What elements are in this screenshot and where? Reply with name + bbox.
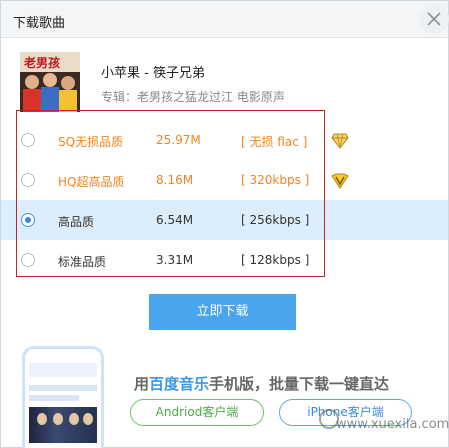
promo-suffix: 手机版，批量下载一键直达 [209,375,390,393]
promo-prefix: 用 [134,375,150,393]
quality-size: 25.97M [156,133,201,147]
promo-text: 用百度音乐手机版，批量下载一键直达 [134,373,389,394]
quality-row-high[interactable]: 高品质 6.54M [ 256kbps ] [1,200,448,240]
watermark-text: www.xuexila.com [336,417,449,432]
quality-radio-hq[interactable] [21,173,35,187]
cover-title-text: 老男孩 [24,55,60,70]
quality-radio-standard[interactable] [21,253,35,267]
dialog-title: 下载歌曲 [13,16,66,31]
phone-illustration [22,346,104,448]
android-client-button[interactable]: Andriod客户端 [130,399,264,426]
promo-brand: 百度音乐 [149,375,210,393]
quality-radio-sq[interactable] [21,133,35,147]
quality-row-standard[interactable]: 标准品质 3.31M [ 128kbps ] [1,240,448,280]
album-cover: 老男孩 [20,52,80,112]
v-vip-icon [331,173,349,189]
download-now-button[interactable]: 立即下载 [149,294,296,330]
quality-size: 8.16M [156,173,194,187]
close-icon [427,12,441,26]
quality-format: [ 128kbps ] [241,253,310,267]
quality-name: HQ超高品质 [58,175,125,189]
quality-name: SQ无损品质 [58,135,124,149]
album-name: 专辑：老男孩之猛龙过江 电影原声 [101,90,285,104]
quality-row-sq[interactable]: SQ无损品质 25.97M [ 无损 flac ] [1,120,448,160]
quality-row-hq[interactable]: HQ超高品质 8.16M [ 320kbps ] [1,160,448,200]
song-title: 小苹果 - 筷子兄弟 [101,66,205,81]
quality-name: 标准品质 [58,255,107,269]
quality-size: 3.31M [156,253,194,267]
quality-name: 高品质 [58,215,95,229]
quality-format: [ 320kbps ] [241,173,310,187]
download-dialog: 下载歌曲 老男孩 小苹果 - 筷子兄弟 专辑：老男孩之猛龙过江 电影原声 SQ无… [0,0,449,448]
close-button[interactable] [419,4,449,34]
quality-radio-high[interactable] [21,213,35,227]
dialog-titlebar: 下载歌曲 [1,1,449,38]
quality-format: [ 无损 flac ] [241,135,308,149]
quality-format: [ 256kbps ] [241,213,310,227]
diamond-vip-icon [331,133,349,149]
quality-size: 6.54M [156,213,194,227]
